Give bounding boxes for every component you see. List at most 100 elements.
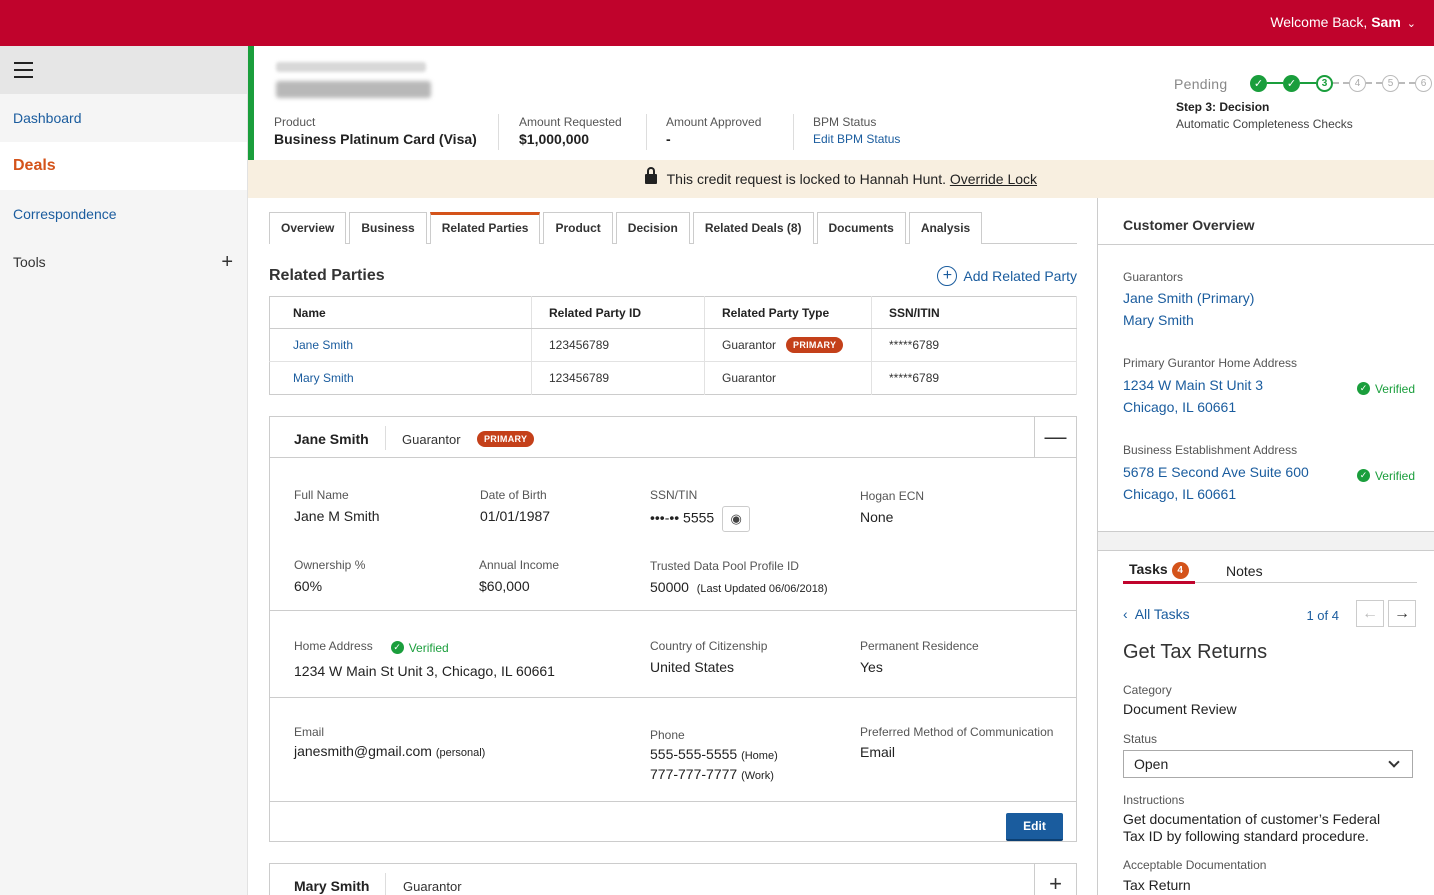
party-name: Jane Smith [294,431,369,447]
tab-related-deals[interactable]: Related Deals (8) [692,212,814,244]
sidebar-item-tools[interactable]: Tools + [0,238,247,286]
preferred-contact-field: Preferred Method of Communication Email [860,725,1054,760]
step-subtitle: Automatic Completeness Checks [1176,117,1353,131]
user-menu[interactable]: Welcome Back, Sam ⌄ [1270,14,1416,30]
deal-tabs: Overview Business Related Parties Produc… [269,212,1077,244]
tab-business[interactable]: Business [349,212,427,244]
party-name-link[interactable]: Jane Smith [269,328,532,362]
arrow-left-icon: ← [1362,604,1378,622]
party-detail-card-collapsed: Mary Smith Guarantor + [269,863,1077,895]
tdp-field: Trusted Data Pool Profile ID 50000 (Last… [650,559,828,595]
status-select[interactable]: Open [1123,750,1413,778]
step-2-check-icon: ✓ [1283,74,1300,92]
step-4: 4 [1349,74,1366,92]
party-name-link[interactable]: Mary Smith [269,361,532,395]
personal-info-section: Full Name Jane M Smith Date of Birth 01/… [270,458,1076,611]
check-icon: ✓ [1356,382,1370,395]
table-row[interactable]: Jane Smith 123456789 Guarantor PRIMARY **… [269,328,1077,362]
tab-analysis[interactable]: Analysis [908,212,983,244]
table-row[interactable]: Mary Smith 123456789 Guarantor *****6789 [269,361,1077,395]
step-title: Step 3: Decision [1176,100,1270,114]
party-detail-card: Jane Smith Guarantor PRIMARY — Full Name… [269,416,1077,842]
plus-icon: + [1049,871,1062,895]
task-title: Get Tax Returns [1123,641,1268,663]
plus-circle-icon: + [937,266,958,286]
tab-documents[interactable]: Documents [816,212,906,244]
home-address-field: Home Address ✓ Verified 1234 W Main St Uni… [294,639,555,679]
product-field: Product Business Platinum Card (Visa) [274,115,477,147]
all-tasks-link[interactable]: ‹ All Tasks [1123,606,1190,622]
sidebar-item-deals[interactable]: Deals [0,142,247,190]
minus-icon: — [1044,424,1067,449]
sidebar-item-dashboard[interactable]: Dashboard [0,94,247,142]
next-task-button[interactable]: → [1388,600,1416,627]
category-label: Category [1123,683,1172,697]
tab-notes[interactable]: Notes [1226,563,1263,585]
column-header[interactable]: Related Party ID [531,296,705,329]
dob-field: Date of Birth 01/01/1987 [480,488,551,524]
party-id: 123456789 [531,328,705,362]
menu-toggle[interactable] [0,46,247,94]
step-1-check-icon: ✓ [1250,74,1267,92]
instructions-label: Instructions [1123,793,1185,807]
collapse-button[interactable]: — [1034,417,1076,457]
edit-button[interactable]: Edit [1006,813,1063,841]
tab-overview[interactable]: Overview [269,212,347,244]
column-header[interactable]: Name [269,296,532,329]
verified-badge: ✓ Verified [390,641,449,655]
step-3: 3 [1316,74,1333,92]
party-id: 123456789 [531,361,705,395]
expand-button[interactable]: + [1034,864,1076,895]
full-name-field: Full Name Jane M Smith [294,488,380,524]
column-header[interactable]: SSN/ITIN [871,296,1077,329]
email-field: Email janesmith@gmail.com (personal) [294,725,486,759]
status-label: Pending [1174,76,1228,92]
edit-bpm-status-link[interactable]: Edit BPM Status [813,132,900,146]
status-label: Status [1123,732,1158,746]
guarantor-link[interactable]: Mary Smith [1123,312,1194,328]
amount-requested-field: Amount Requested $1,000,000 [519,115,622,147]
home-address-line2[interactable]: Chicago, IL 60661 [1123,399,1236,415]
card-header: Jane Smith Guarantor PRIMARY — [270,417,1076,458]
guarantors-label: Guarantors [1123,270,1184,284]
sidebar-item-correspondence[interactable]: Correspondence [0,190,247,238]
tab-product[interactable]: Product [543,212,613,244]
deal-header: Product Business Platinum Card (Visa) Am… [248,46,1434,160]
check-icon: ✓ [390,641,404,654]
bpm-status-field: BPM Status Edit BPM Status [813,115,901,146]
tab-tasks[interactable]: Tasks 4 [1123,561,1195,584]
plus-icon[interactable]: + [221,238,233,286]
chevron-down-icon [1388,756,1400,768]
business-address-line1[interactable]: 5678 E Second Ave Suite 600 [1123,464,1309,480]
primary-badge: PRIMARY [786,337,844,353]
instructions-line1: Get documentation of customer’s Federal [1123,811,1381,827]
acceptable-docs-label: Acceptable Documentation [1123,858,1267,872]
tab-related-parties[interactable]: Related Parties [429,212,541,244]
verified-badge: ✓ Verified [1356,469,1415,483]
amount-approved-field: Amount Approved - [666,115,762,147]
instructions-line2: Tax ID by following standard procedure. [1123,828,1369,844]
address-section: Home Address ✓ Verified 1234 W Main St Uni… [270,611,1076,698]
lock-message: This credit request is locked to Hannah … [666,171,946,187]
column-header[interactable]: Related Party Type [704,296,872,329]
welcome-text: Welcome Back, [1270,14,1368,30]
show-ssn-button[interactable]: ◉ [722,506,751,532]
prev-task-button[interactable]: ← [1356,600,1384,627]
party-role: Guarantor [402,432,461,447]
chevron-down-icon: ⌄ [1406,18,1416,30]
tab-decision[interactable]: Decision [615,212,690,244]
primary-badge: PRIMARY [477,431,535,447]
contact-section: Email janesmith@gmail.com (personal) Pho… [270,698,1076,802]
business-address-line2[interactable]: Chicago, IL 60661 [1123,486,1236,502]
override-lock-link[interactable]: Override Lock [950,171,1037,187]
home-address-line1[interactable]: 1234 W Main St Unit 3 [1123,377,1263,393]
panel-title: Customer Overview [1123,217,1255,233]
user-name: Sam [1371,14,1401,30]
sidebar: Dashboard Deals Correspondence Tools + [0,46,248,895]
hamburger-icon [14,62,33,78]
redacted-business-name [276,81,431,98]
arrow-right-icon: → [1394,604,1410,622]
add-related-party-button[interactable]: + Add Related Party [937,266,1077,286]
phone-field: Phone 555-555-5555 (Home) 777-777-7777 (… [650,728,778,782]
guarantor-link[interactable]: Jane Smith (Primary) [1123,290,1254,306]
